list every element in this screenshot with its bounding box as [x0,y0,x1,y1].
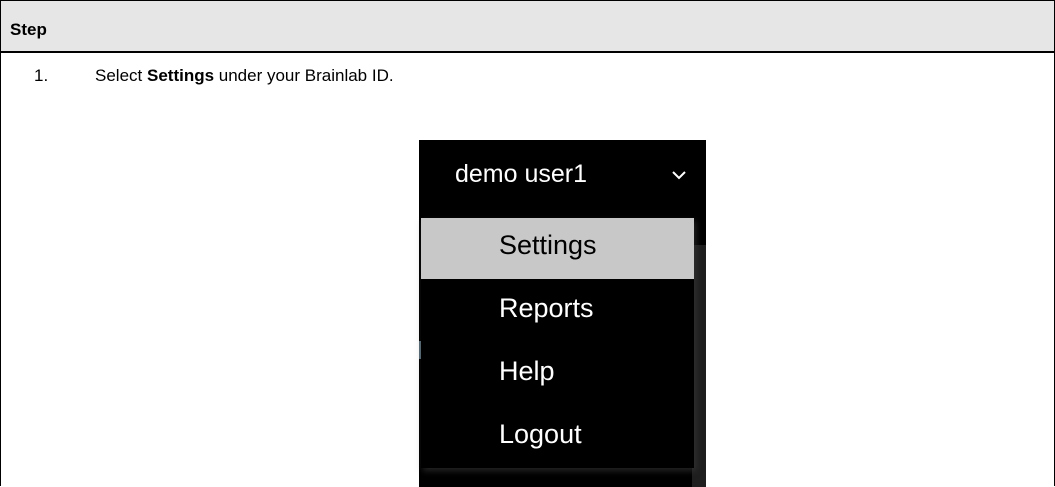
dropdown-screenshot: demo user1 Settings Reports Help Logout [419,140,706,487]
user-name-label[interactable]: demo user1 [455,160,587,189]
menu-item-reports[interactable]: Reports [421,281,694,342]
table-header-row: Step [1,1,1054,53]
step-number: 1. [34,66,49,85]
menu-item-label: Logout [499,419,582,449]
step-table: Step 1. Select Settings under your Brain… [0,0,1055,487]
step-text-after: under your Brainlab ID. [214,66,394,85]
step-instruction: Select Settings under your Brainlab ID. [95,66,394,86]
menu-item-help[interactable]: Help [421,344,694,405]
step-text-before: Select [95,66,147,85]
table-header-step: Step [10,20,47,39]
menu-item-logout[interactable]: Logout [421,407,694,468]
menu-item-settings[interactable]: Settings [421,218,694,279]
menu-item-label: Help [499,356,555,386]
background-panel [692,245,706,487]
chevron-down-icon[interactable] [670,166,688,184]
menu-item-label: Settings [499,230,597,260]
menu-item-label: Reports [499,293,594,323]
user-dropdown-menu: Settings Reports Help Logout [421,218,694,468]
step-text-bold: Settings [146,66,215,85]
